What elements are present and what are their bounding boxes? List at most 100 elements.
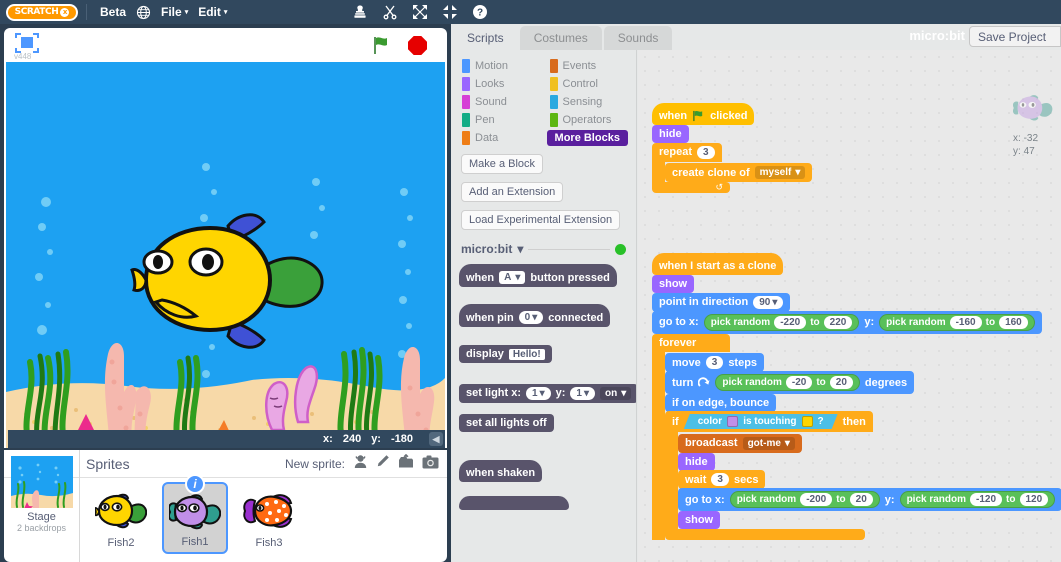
- forever-header[interactable]: forever: [652, 333, 730, 352]
- random-from-input[interactable]: -200: [800, 493, 833, 506]
- random-to-input[interactable]: 220: [823, 315, 853, 329]
- paint-new-sprite-icon[interactable]: [376, 454, 390, 474]
- block-hide-2[interactable]: hide: [678, 452, 715, 471]
- sprite-card-fish1[interactable]: i Fish1: [162, 474, 228, 554]
- direction-dropdown[interactable]: 90 ▾: [753, 295, 784, 309]
- green-flag-icon[interactable]: [372, 36, 392, 55]
- light-y-dropdown[interactable]: 1 ▾: [570, 386, 595, 400]
- upload-sprite-icon[interactable]: [398, 453, 414, 474]
- category-motion[interactable]: Motion: [459, 58, 541, 74]
- block-point-in-direction[interactable]: point in direction 90 ▾: [652, 292, 791, 312]
- save-project-button[interactable]: Save Project: [969, 26, 1061, 47]
- category-data[interactable]: Data: [459, 130, 541, 146]
- random-to-input[interactable]: 120: [1019, 493, 1049, 506]
- block-when-pin-connected[interactable]: when pin 0 ▾ connected: [459, 304, 611, 327]
- category-operators[interactable]: Operators: [547, 112, 629, 128]
- chevron-down-icon[interactable]: ▾: [517, 242, 523, 256]
- if-header[interactable]: if color is touching ? then: [665, 411, 873, 432]
- grow-icon[interactable]: [412, 4, 428, 20]
- light-x-dropdown[interactable]: 1 ▾: [526, 386, 551, 400]
- block-show-2[interactable]: show: [678, 511, 721, 529]
- block-go-to-xy-2[interactable]: go to x: pick random -200 to 20 y: pick …: [678, 488, 1061, 511]
- shrink-icon[interactable]: [442, 4, 458, 20]
- repeat-times-input[interactable]: 3: [697, 145, 715, 159]
- menu-edit[interactable]: Edit ▾: [193, 3, 232, 21]
- random-from-input[interactable]: -20: [785, 376, 813, 389]
- reporter-pick-random-y[interactable]: pick random -160 to 160: [879, 313, 1035, 331]
- sprite-card-fish2[interactable]: Fish2: [88, 482, 154, 554]
- block-turn-degrees[interactable]: turn pick random -20 to 20 degrees: [665, 371, 915, 394]
- block-forever[interactable]: forever move 3 steps turn pick random -2…: [652, 333, 1061, 540]
- random-from-input[interactable]: -120: [970, 493, 1003, 506]
- camera-sprite-icon[interactable]: [422, 455, 439, 474]
- block-when-i-start-as-clone[interactable]: when I start as a clone: [652, 253, 784, 275]
- tab-costumes[interactable]: Costumes: [519, 26, 602, 50]
- category-looks[interactable]: Looks: [459, 76, 541, 92]
- color-swatch-2[interactable]: [802, 416, 813, 427]
- scissors-icon[interactable]: [382, 4, 398, 20]
- category-pen[interactable]: Pen: [459, 112, 541, 128]
- tab-sounds[interactable]: Sounds: [603, 26, 673, 50]
- broadcast-message-dropdown[interactable]: got-me ▾: [742, 436, 795, 450]
- random-from-input[interactable]: -160: [949, 315, 982, 329]
- color-swatch-1[interactable]: [727, 416, 738, 427]
- category-more-blocks[interactable]: More Blocks: [546, 130, 628, 146]
- sprite-card-fish3[interactable]: Fish3: [236, 482, 302, 554]
- pin-dropdown[interactable]: 0 ▾: [518, 311, 544, 324]
- boolean-color-is-touching[interactable]: color is touching ?: [684, 414, 838, 429]
- menu-file[interactable]: File ▾: [156, 3, 193, 21]
- clone-target-dropdown[interactable]: myself ▾: [754, 166, 806, 179]
- block-set-all-lights-off[interactable]: set all lights off: [459, 413, 554, 432]
- display-text-input[interactable]: Hello!: [508, 348, 545, 360]
- help-icon[interactable]: ?: [472, 4, 488, 20]
- category-events[interactable]: Events: [547, 58, 629, 74]
- add-an-extension-button[interactable]: Add an Extension: [461, 182, 564, 202]
- wait-secs-input[interactable]: 3: [711, 473, 729, 486]
- block-repeat[interactable]: repeat 3 create clone of myself ▾ ↺: [652, 142, 813, 193]
- light-state-dropdown[interactable]: on ▾: [599, 386, 632, 400]
- script-stack-green-flag[interactable]: when clicked hide repeat 3 create clone …: [652, 103, 813, 193]
- sprite-library-icon[interactable]: [353, 454, 368, 474]
- scripts-canvas[interactable]: x: -32 y: 47 when clicked hide repeat 3: [638, 50, 1061, 562]
- move-steps-input[interactable]: 3: [705, 356, 724, 369]
- repeat-header[interactable]: repeat 3: [652, 142, 722, 162]
- scratch-logo[interactable]: SCRATCH x: [6, 3, 78, 21]
- reporter-pick-random-x[interactable]: pick random -220 to 220: [703, 313, 860, 331]
- reporter-pick-random-y-2[interactable]: pick random -120 to 120: [899, 491, 1056, 508]
- load-experimental-extension-button[interactable]: Load Experimental Extension: [461, 210, 621, 230]
- reporter-pick-random-turn[interactable]: pick random -20 to 20: [715, 374, 860, 391]
- block-broadcast[interactable]: broadcast got-me ▾: [678, 433, 802, 453]
- button-dropdown[interactable]: A ▾: [499, 271, 526, 284]
- sprite-info-icon[interactable]: i: [185, 474, 205, 494]
- block-if-then[interactable]: if color is touching ? then broadcast go…: [665, 411, 1061, 540]
- random-to-input[interactable]: 160: [999, 315, 1028, 329]
- stage-selector[interactable]: Stage 2 backdrops: [4, 450, 80, 562]
- block-go-to-xy[interactable]: go to x: pick random -220 to 220 y: pick…: [652, 310, 1042, 334]
- block-when-flag-clicked[interactable]: when clicked: [652, 103, 755, 125]
- script-stack-clone[interactable]: when I start as a clone show point in di…: [652, 253, 1061, 540]
- block-show[interactable]: show: [652, 275, 695, 293]
- block-palette[interactable]: Motion Events Looks Control Sound Sensin…: [451, 50, 637, 562]
- block-create-clone[interactable]: create clone of myself ▾: [665, 163, 813, 182]
- block-when-button-pressed[interactable]: when A ▾ button pressed: [459, 264, 617, 287]
- random-to-input[interactable]: 20: [829, 376, 853, 389]
- category-sensing[interactable]: Sensing: [547, 94, 629, 110]
- tab-scripts[interactable]: Scripts: [453, 26, 518, 50]
- block-hide[interactable]: hide: [652, 125, 689, 143]
- block-display[interactable]: display Hello!: [459, 345, 552, 363]
- block-set-light[interactable]: set light x: 1 ▾ y: 1 ▾ on ▾: [459, 383, 636, 403]
- block-partial-next[interactable]: [459, 495, 569, 510]
- collapse-icon[interactable]: ◀: [429, 432, 443, 446]
- reporter-pick-random-x-2[interactable]: pick random -200 to 20: [729, 491, 880, 508]
- block-when-shaken[interactable]: when shaken: [459, 459, 543, 482]
- stop-icon[interactable]: [408, 36, 427, 55]
- make-a-block-button[interactable]: Make a Block: [461, 154, 544, 174]
- category-control[interactable]: Control: [547, 76, 629, 92]
- category-sound[interactable]: Sound: [459, 94, 541, 110]
- block-wait-secs[interactable]: wait 3 secs: [678, 470, 766, 489]
- block-if-on-edge-bounce[interactable]: if on edge, bounce: [665, 394, 777, 412]
- stamp-icon[interactable]: [352, 4, 368, 20]
- stage-canvas[interactable]: x: 240 y: -180 ◀: [6, 62, 445, 448]
- random-from-input[interactable]: -220: [774, 315, 807, 329]
- random-to-input[interactable]: 20: [849, 493, 873, 506]
